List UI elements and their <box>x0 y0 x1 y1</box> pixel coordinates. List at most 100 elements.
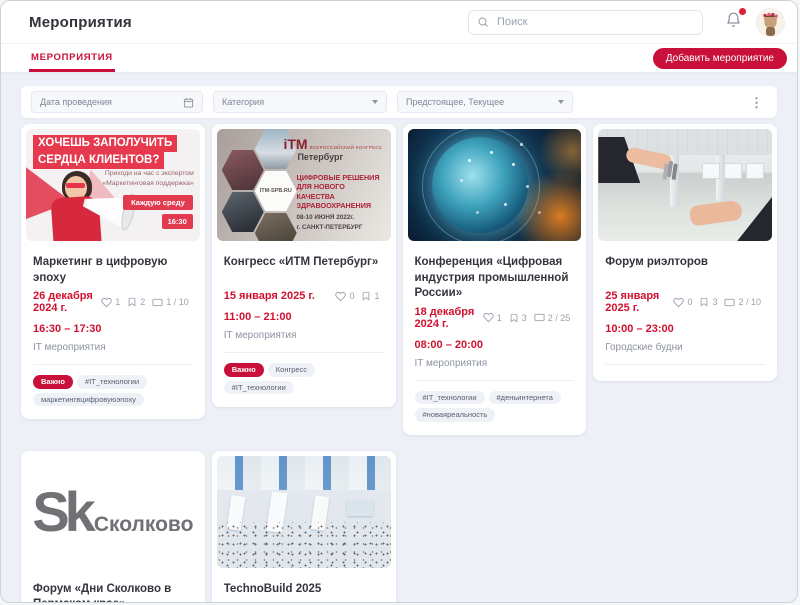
likes-count: 0 <box>349 291 354 301</box>
status-filter[interactable]: Предстоящее, Текущее <box>397 91 573 113</box>
capacity-icon <box>534 312 545 323</box>
event-title: TechnoBuild 2025 <box>224 582 384 603</box>
bookmarks-count: 2 <box>140 297 145 307</box>
app-header: Мероприятия <box>1 1 797 43</box>
category-filter[interactable]: Категория <box>213 91 387 113</box>
likes-icon <box>101 297 112 308</box>
decor-hex-photo <box>222 192 264 232</box>
decor-booths <box>217 456 391 490</box>
likes-count: 1 <box>115 297 120 307</box>
meta-row: 26 декабря 2024 г. 1 2 1 / 10 <box>33 290 193 314</box>
itm-logo-text: iTM <box>283 136 307 152</box>
notifications-button[interactable] <box>725 11 742 33</box>
event-category: IT мероприятия <box>415 358 575 381</box>
event-card-realtors[interactable]: Форум риэлторов 25 января 2025 г. 0 3 2 … <box>593 124 777 381</box>
banner-city-line: г. САНКТ-ПЕТЕРБУРГ <box>297 223 383 233</box>
card-body: Конференция «Цифровая индустрия промышле… <box>403 246 587 381</box>
chevron-down-icon <box>558 100 564 104</box>
event-time: 11:00 – 21:00 <box>224 311 384 323</box>
event-stats: 0 3 2 / 10 <box>673 297 765 308</box>
banner-badge: Каждую среду <box>123 195 193 210</box>
status-filter-label: Предстоящее, Текущее <box>406 97 504 107</box>
tag[interactable]: #IT_технологии <box>224 381 294 395</box>
itm-logo-city: Петербург <box>297 152 382 162</box>
card-body: Форум «Дни Сколково в Пермском крае» 3 ф… <box>21 573 205 603</box>
decor-hex-photo <box>222 150 264 190</box>
search-input[interactable] <box>495 15 694 29</box>
capacity-count: 2 / 25 <box>548 313 571 323</box>
decor-booth <box>347 500 373 516</box>
banner-headline: ЦИФРОВЫЕ РЕШЕНИЯ ДЛЯ НОВОГО КАЧЕСТВА ЗДР… <box>297 173 383 210</box>
bookmarks-icon <box>699 297 709 307</box>
event-banner[interactable] <box>217 456 391 568</box>
bookmarks-count: 3 <box>712 297 717 307</box>
date-filter-label: Дата проведения <box>40 97 112 107</box>
skolkovo-logo-text: Сколково <box>94 513 194 537</box>
event-date: 26 декабря 2024 г. <box>33 290 101 314</box>
filter-bar: Дата проведения Категория Предстоящее, Т… <box>21 86 777 118</box>
event-title: Конференция «Цифровая индустрия промышле… <box>415 255 575 302</box>
tag[interactable]: Конгресс <box>268 363 315 377</box>
tags-row: Важно #IT_технологии маркетингвцифровуюэ… <box>21 365 205 419</box>
event-banner[interactable]: ITM-SPB.RU iTMВСЕРОССИЙСКИЙ КОНГРЕСС Пет… <box>217 129 391 241</box>
tag[interactable]: маркетингвцифровуюэпоху <box>33 393 144 407</box>
meta-row: 18 декабря 2024 г. 1 3 2 / 25 <box>415 306 575 330</box>
tag[interactable]: #IT_технологии <box>77 375 147 389</box>
event-time: 16:30 – 17:30 <box>33 323 193 335</box>
bookmarks-icon <box>361 291 371 301</box>
event-card-skolkovo[interactable]: Sk Сколково Форум «Дни Сколково в Пермск… <box>21 451 205 603</box>
meta-row: 25 января 2025 г. 0 3 2 / 10 <box>605 290 765 314</box>
event-banner[interactable] <box>408 129 582 241</box>
decor-window <box>702 163 720 179</box>
tag[interactable]: #деньинтернета <box>489 391 561 405</box>
banner-note-line: Приходи на час с экспертом <box>102 169 193 179</box>
event-card-technobuild[interactable]: TechnoBuild 2025 17 февраля 2025 г. 0 0 … <box>212 451 396 603</box>
avatar-illustration <box>757 9 784 36</box>
event-title: Форум «Дни Сколково в Пермском крае» <box>33 582 193 603</box>
banner-time-badge: 16:30 <box>162 214 193 229</box>
tags-row <box>593 365 777 381</box>
decor-ring <box>422 129 540 241</box>
add-event-button[interactable]: Добавить мероприятие <box>653 48 787 69</box>
meta-row: 15 января 2025 г. 0 1 <box>224 290 384 302</box>
tab-bar: МЕРОПРИЯТИЯ Добавить мероприятие <box>1 43 797 72</box>
banner-site-hex: ITM-SPB.RU <box>255 171 297 211</box>
banner-site-label: ITM-SPB.RU <box>260 188 292 194</box>
event-category: IT мероприятия <box>224 330 384 353</box>
more-options-button[interactable]: ⋮ <box>746 96 767 109</box>
search-box[interactable] <box>468 10 703 35</box>
decor-hand <box>689 199 743 226</box>
event-banner[interactable]: Sk Сколково <box>26 456 200 568</box>
decor-window <box>746 163 764 179</box>
likes-count: 1 <box>497 313 502 323</box>
event-category: IT мероприятия <box>33 342 193 365</box>
bookmarks-count: 3 <box>522 313 527 323</box>
decor-window <box>724 163 742 179</box>
event-title: Маркетинг в цифровую эпоху <box>33 255 193 286</box>
event-card-digital-industry[interactable]: Конференция «Цифровая индустрия промышле… <box>403 124 587 435</box>
tag-important[interactable]: Важно <box>33 375 73 389</box>
tags-row: Важно Конгресс #IT_технологии <box>212 353 396 407</box>
tab-events[interactable]: МЕРОПРИЯТИЯ <box>29 44 115 72</box>
calendar-icon <box>183 97 194 108</box>
avatar[interactable] <box>756 8 785 37</box>
banner-headline-1: ХОЧЕШЬ ЗАПОЛУЧИТЬ <box>33 135 177 152</box>
event-stats: 0 1 <box>335 291 383 302</box>
likes-icon <box>483 312 494 323</box>
tag-important[interactable]: Важно <box>224 363 264 377</box>
event-banner[interactable]: ХОЧЕШЬ ЗАПОЛУЧИТЬ СЕРДЦА КЛИЕНТОВ? Прихо… <box>26 129 200 241</box>
banner-headline-2: СЕРДЦА КЛИЕНТОВ? <box>33 152 164 169</box>
likes-icon <box>673 297 684 308</box>
date-filter[interactable]: Дата проведения <box>31 91 203 113</box>
tag[interactable]: #новаяреальность <box>415 408 496 422</box>
chevron-down-icon <box>372 100 378 104</box>
tag[interactable]: #IT_технологии <box>415 391 485 405</box>
category-filter-label: Категория <box>222 97 264 107</box>
event-card-itm[interactable]: ITM-SPB.RU iTMВСЕРОССИЙСКИЙ КОНГРЕСС Пет… <box>212 124 396 407</box>
banner-date-place: 08-10 ИЮНЯ 2022г. г. САНКТ-ПЕТЕРБУРГ <box>297 213 383 233</box>
tab-events-label: МЕРОПРИЯТИЯ <box>31 52 113 63</box>
bookmarks-icon <box>127 297 137 307</box>
event-card-marketing[interactable]: ХОЧЕШЬ ЗАПОЛУЧИТЬ СЕРДЦА КЛИЕНТОВ? Прихо… <box>21 124 205 419</box>
event-banner[interactable] <box>598 129 772 241</box>
bookmarks-count: 1 <box>374 291 379 301</box>
